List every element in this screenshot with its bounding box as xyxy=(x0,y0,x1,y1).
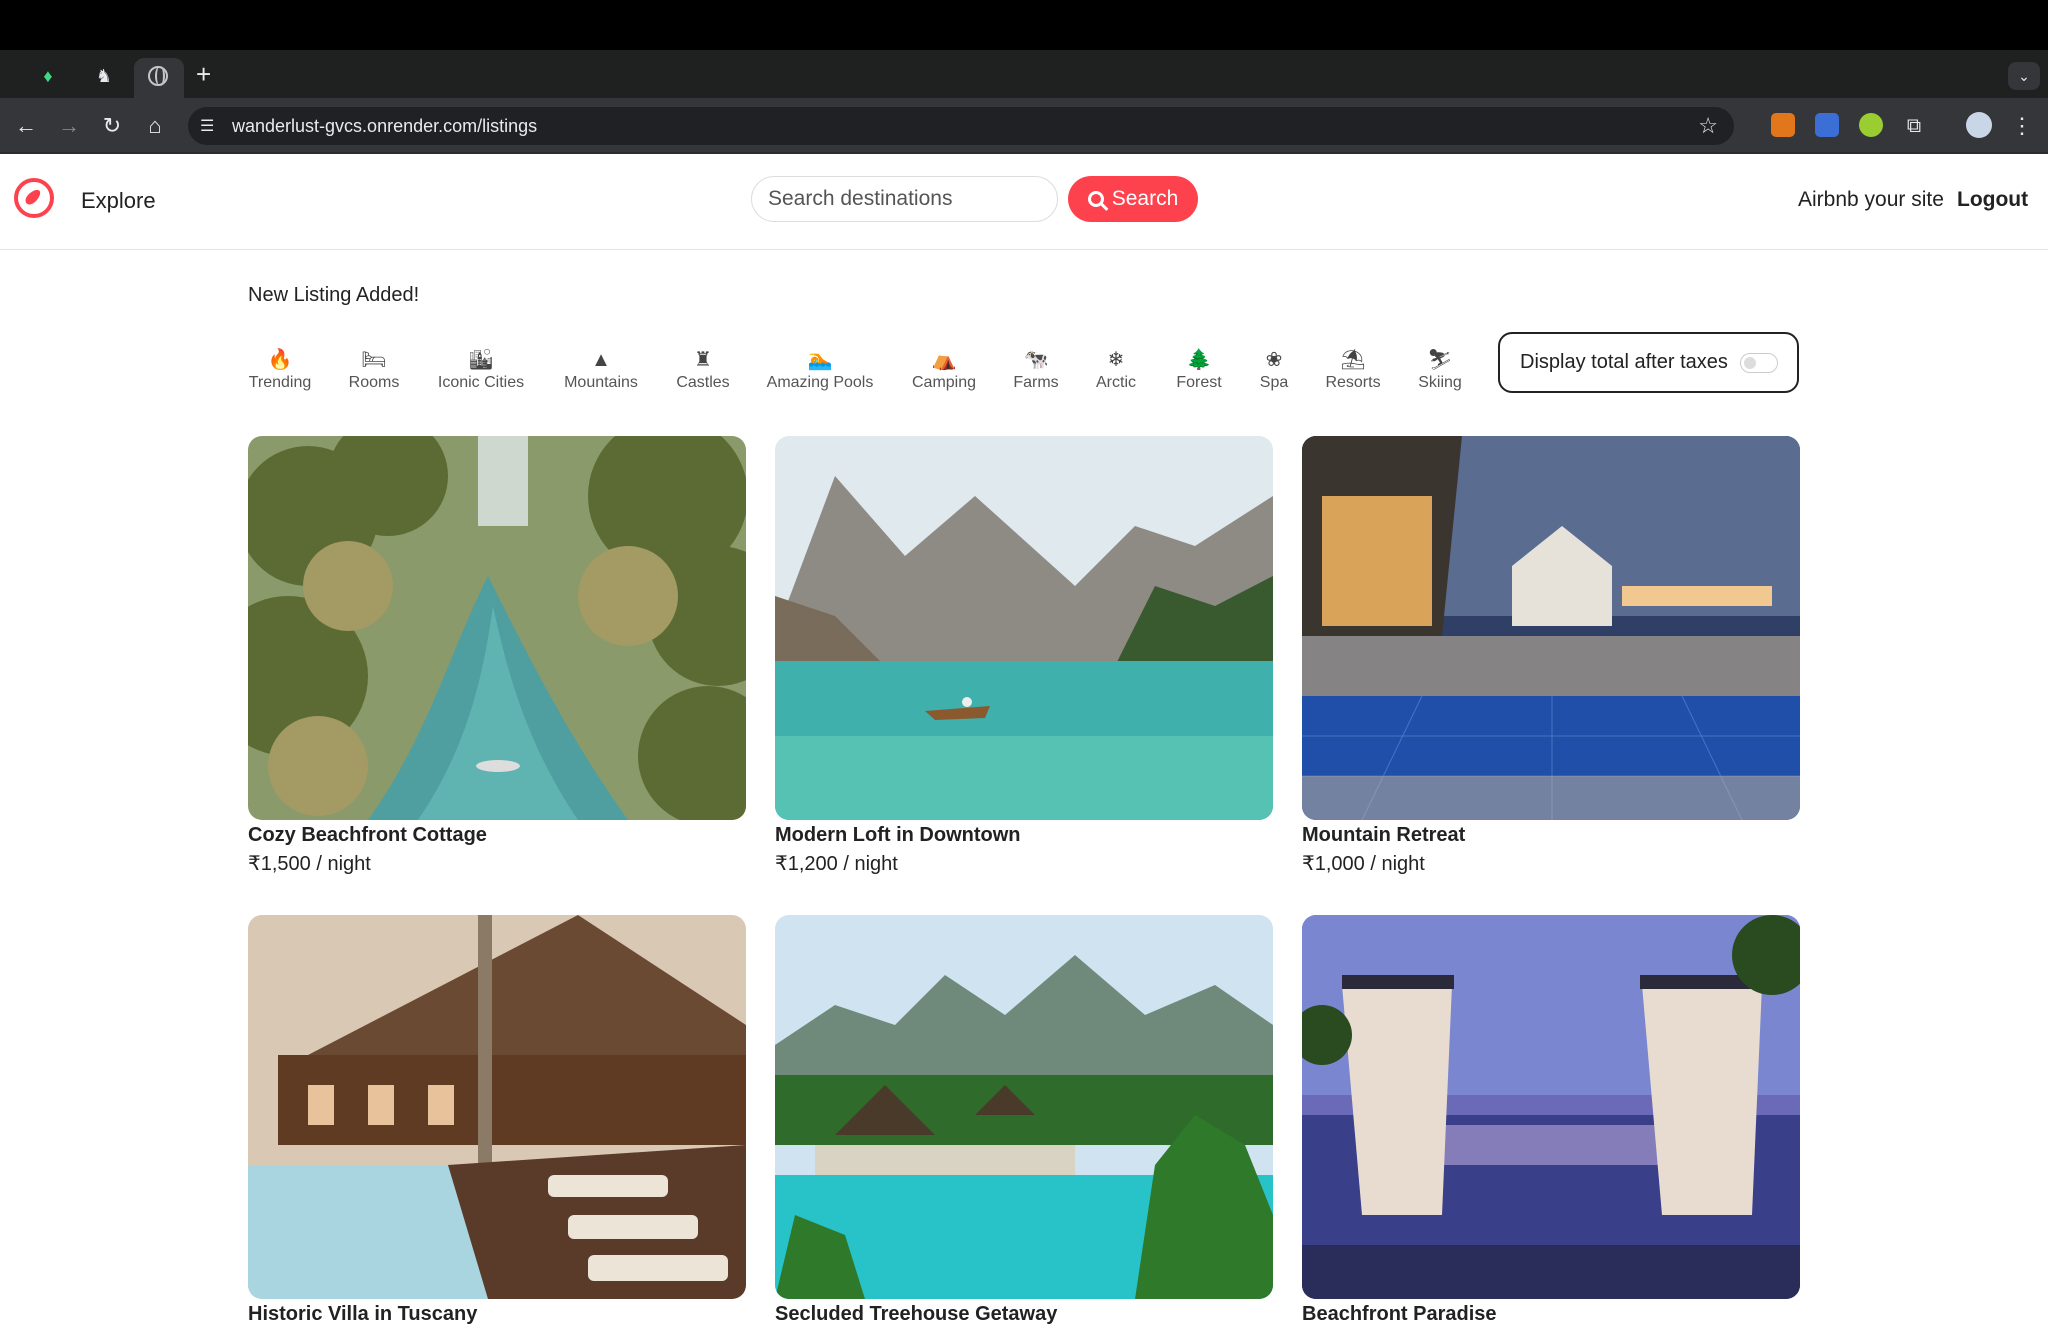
filter-label: Arctic xyxy=(1096,374,1136,391)
listing-image[interactable] xyxy=(775,915,1273,1299)
active-tab[interactable] xyxy=(134,58,184,98)
compass-logo-icon[interactable] xyxy=(14,178,54,218)
browser-toolbar: ← → ↻ ⌂ ☰ wanderlust-gvcs.onrender.com/l… xyxy=(0,98,2048,154)
listing-image[interactable] xyxy=(775,436,1273,820)
listing-image[interactable] xyxy=(1302,915,1800,1299)
listing-card[interactable]: Secluded Treehouse Getaway xyxy=(775,915,1273,1330)
listing-card[interactable]: Modern Loft in Downtown ₹1,200 / night xyxy=(775,436,1273,876)
metamask-extension-icon[interactable] xyxy=(1771,113,1795,137)
url-text: wanderlust-gvcs.onrender.com/listings xyxy=(232,116,538,136)
filter-label: Camping xyxy=(911,374,977,391)
address-bar[interactable]: ☰ wanderlust-gvcs.onrender.com/listings … xyxy=(188,107,1734,145)
explore-link[interactable]: Explore xyxy=(81,188,156,214)
filter-farms[interactable]: 🐄 Farms xyxy=(1013,348,1058,392)
reload-icon[interactable]: ↻ xyxy=(98,112,126,140)
profile-avatar-icon[interactable] xyxy=(1966,112,1992,138)
os-top-bar xyxy=(0,0,2048,50)
tree-icon: 🌲 xyxy=(1186,349,1212,371)
listing-card[interactable]: Historic Villa in Tuscany xyxy=(248,915,746,1330)
host-link[interactable]: Airbnb your site xyxy=(1798,188,1944,212)
tent-icon: ⛺ xyxy=(931,349,957,371)
filter-label: Iconic Cities xyxy=(437,374,525,391)
mountain-icon: ▲ xyxy=(591,349,611,371)
globe-icon xyxy=(148,66,168,86)
forward-icon[interactable]: → xyxy=(55,112,83,140)
leaf-tab-icon[interactable]: ♦ xyxy=(34,62,62,90)
filter-label: Resorts xyxy=(1325,374,1381,391)
snowflake-icon: ❄ xyxy=(1107,349,1125,371)
filter-label: Spa xyxy=(1259,374,1289,391)
browser-tabstrip: ♦ ♞ + ⌄ xyxy=(0,50,2048,98)
filter-skiing[interactable]: ⛷ Skiing xyxy=(1418,348,1462,392)
listing-title: Mountain Retreat xyxy=(1302,824,1466,846)
listing-image[interactable] xyxy=(248,915,746,1299)
skiing-icon: ⛷ xyxy=(1427,349,1453,371)
menu-kebab-icon[interactable]: ⋮ xyxy=(2008,112,2036,140)
cow-icon: 🐄 xyxy=(1023,349,1049,371)
filter-label: Skiing xyxy=(1418,374,1462,391)
listing-price: ₹1,200 / night xyxy=(775,853,898,875)
listing-card[interactable]: Beachfront Paradise xyxy=(1302,915,1800,1330)
app-navbar: Explore Search Airbnb your site Logout xyxy=(0,154,2048,250)
search-input[interactable] xyxy=(751,176,1058,222)
filter-forest[interactable]: 🌲 Forest xyxy=(1176,348,1221,392)
listing-price: ₹1,000 / night xyxy=(1302,853,1425,875)
tax-switch[interactable] xyxy=(1739,352,1778,373)
home-icon[interactable]: ⌂ xyxy=(141,112,169,140)
filter-camping[interactable]: ⛺ Camping xyxy=(912,348,976,392)
filter-label: Rooms xyxy=(348,374,400,391)
filter-iconic-cities[interactable]: 🏙 Iconic Cities xyxy=(438,348,524,392)
flash-message: New Listing Added! xyxy=(248,284,420,306)
fire-icon: 🔥 xyxy=(267,349,293,371)
listing-title: Beachfront Paradise xyxy=(1302,1303,1497,1325)
site-info-icon[interactable]: ☰ xyxy=(200,116,214,136)
bookmark-star-icon[interactable]: ☆ xyxy=(1698,113,1718,139)
castle-icon: ♜ xyxy=(694,349,712,371)
listing-card[interactable]: Cozy Beachfront Cottage ₹1,500 / night xyxy=(248,436,746,876)
listing-image[interactable] xyxy=(248,436,746,820)
filter-amazing-pools[interactable]: 🏊 Amazing Pools xyxy=(767,348,874,392)
listing-card[interactable]: Mountain Retreat ₹1,000 / night xyxy=(1302,436,1800,876)
listing-title: Modern Loft in Downtown xyxy=(775,824,1021,846)
listing-title: Historic Villa in Tuscany xyxy=(248,1303,478,1325)
extension-icon[interactable] xyxy=(1815,113,1839,137)
spa-icon: ❀ xyxy=(1265,349,1283,371)
filter-label: Amazing Pools xyxy=(766,374,874,391)
switch-knob xyxy=(1743,356,1756,369)
tab-search-icon[interactable]: ⌄ xyxy=(2008,62,2040,90)
filter-mountains[interactable]: ▲ Mountains xyxy=(564,348,638,392)
umbrella-beach-icon: ⛱ xyxy=(1340,349,1366,371)
listing-price: ₹1,500 / night xyxy=(248,853,371,875)
listing-title: Cozy Beachfront Cottage xyxy=(248,824,487,846)
filter-rooms[interactable]: 🛏 Rooms xyxy=(349,348,400,392)
filter-label: Mountains xyxy=(564,374,638,391)
filter-castles[interactable]: ♜ Castles xyxy=(676,348,729,392)
bed-icon: 🛏 xyxy=(361,349,387,371)
swimmer-icon: 🏊 xyxy=(807,349,833,371)
filter-label: Farms xyxy=(1013,374,1059,391)
filter-label: Castles xyxy=(676,374,730,391)
city-icon: 🏙 xyxy=(468,349,494,371)
filter-resorts[interactable]: ⛱ Resorts xyxy=(1325,348,1380,392)
search-button-label: Search xyxy=(1111,187,1179,210)
listing-title: Secluded Treehouse Getaway xyxy=(775,1303,1058,1325)
listing-image[interactable] xyxy=(1302,436,1800,820)
back-icon[interactable]: ← xyxy=(12,112,40,140)
extension-icon[interactable] xyxy=(1859,113,1883,137)
tax-toggle-label: Display total after taxes xyxy=(1520,351,1728,373)
search-button[interactable]: Search xyxy=(1068,176,1198,222)
tax-toggle[interactable]: Display total after taxes xyxy=(1498,332,1799,393)
search-icon xyxy=(1087,191,1104,207)
filter-label: Trending xyxy=(248,374,312,391)
filter-trending[interactable]: 🔥 Trending xyxy=(249,348,312,392)
puzzle-icon[interactable]: ⧉ xyxy=(1900,112,1928,140)
logout-link[interactable]: Logout xyxy=(1957,188,2028,212)
app-tab-icon[interactable]: ♞ xyxy=(90,62,118,90)
filter-spa[interactable]: ❀ Spa xyxy=(1260,348,1288,392)
filter-label: Forest xyxy=(1176,374,1222,391)
new-tab-icon[interactable]: + xyxy=(196,61,211,87)
filter-arctic[interactable]: ❄ Arctic xyxy=(1096,348,1136,392)
